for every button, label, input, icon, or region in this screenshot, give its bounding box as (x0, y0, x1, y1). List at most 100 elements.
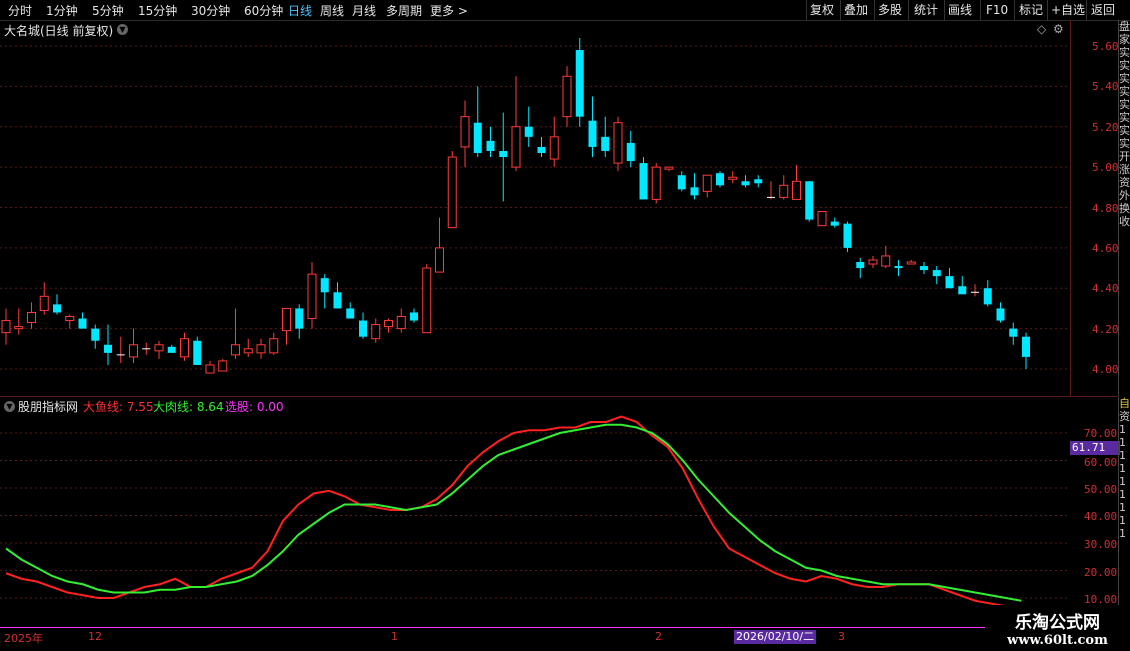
candle-body (78, 318, 87, 329)
candle (486, 126, 495, 158)
candle (511, 76, 521, 172)
toolbar-divider (1047, 0, 1048, 20)
candlestick-chart[interactable] (0, 38, 1070, 396)
candle (104, 324, 112, 365)
candle-body (932, 270, 941, 277)
price-tick: 4.20 (1092, 323, 1119, 336)
candle (601, 116, 610, 158)
candle-body (881, 255, 891, 267)
f10-button[interactable]: F10 (986, 0, 1008, 20)
period-tab-15min[interactable]: 15分钟 (138, 2, 177, 19)
candle (805, 181, 814, 222)
back-button[interactable]: 返回 (1091, 0, 1115, 20)
candle-body (983, 288, 992, 305)
candle (856, 257, 865, 279)
overlay-button[interactable]: 叠加 (844, 0, 868, 20)
side-strip-char: 实 (1119, 124, 1130, 137)
side-strip-char: 1 (1119, 449, 1126, 462)
candle-body (805, 181, 814, 220)
candle (754, 175, 763, 188)
side-strip-char: 盘 (1119, 20, 1130, 33)
chevron-down-icon[interactable]: ▼ (117, 24, 128, 35)
candle-body (702, 174, 712, 192)
candle (613, 116, 623, 172)
candle-body (690, 187, 699, 196)
candle (716, 171, 724, 188)
price-tick: 5.00 (1092, 161, 1119, 174)
candle-body (307, 273, 317, 320)
candle (295, 304, 304, 339)
candle (447, 150, 457, 229)
candle (91, 324, 100, 349)
candle-body (856, 262, 865, 269)
candle (116, 336, 125, 363)
side-strip-char: 1 (1119, 462, 1126, 475)
period-tab-5min[interactable]: 5分钟 (92, 2, 124, 19)
period-tab-intraday[interactable]: 分时 (8, 2, 32, 19)
candle (193, 336, 202, 365)
toolbar-divider (908, 0, 909, 20)
period-tab-weekly[interactable]: 周线 (320, 2, 344, 19)
period-tab-60min[interactable]: 60分钟 (244, 2, 283, 19)
period-tab-daily[interactable]: 日线 (288, 2, 312, 19)
side-strip-char: 实 (1119, 46, 1130, 59)
period-tab-30min[interactable]: 30分钟 (191, 2, 230, 19)
candle (983, 280, 992, 307)
side-strip-char: 资 (1119, 176, 1130, 189)
candle (677, 171, 686, 192)
candle (78, 312, 87, 329)
candle (741, 175, 750, 188)
candle (167, 344, 176, 353)
period-tab-multi[interactable]: 多周期 (386, 2, 422, 19)
candle (410, 308, 418, 323)
restore-rights-button[interactable]: 复权 (810, 0, 834, 20)
diamond-icon[interactable]: ◇ (1037, 22, 1046, 36)
side-strip-char: 实 (1119, 98, 1130, 111)
candle-body (549, 136, 559, 160)
gear-icon[interactable]: ⚙ (1053, 22, 1064, 36)
side-info-strip: 盘家实实实实实实实实开涨资外换收 (1118, 20, 1130, 396)
candle-body (639, 163, 648, 200)
candle-body (473, 122, 482, 153)
candle-body (575, 50, 584, 117)
date-label: 1 (391, 630, 398, 643)
draw-line-button[interactable]: 画线 (948, 0, 972, 20)
add-watchlist-button[interactable]: +自选 (1051, 0, 1085, 20)
side-strip-char: 实 (1119, 111, 1130, 124)
toolbar-divider (980, 0, 981, 20)
toolbar-divider (840, 0, 841, 20)
candle (894, 259, 903, 277)
statistics-button[interactable]: 统计 (914, 0, 938, 20)
date-label: 2 (655, 630, 662, 643)
side-strip-char: 1 (1119, 514, 1126, 527)
candle-body (906, 261, 916, 265)
candle (14, 308, 24, 335)
candle (664, 166, 674, 172)
candle (537, 136, 546, 158)
candle-body (154, 344, 164, 352)
side-strip-char: 收 (1119, 215, 1130, 228)
side-strip-char: 实 (1119, 59, 1130, 72)
mark-button[interactable]: 标记 (1019, 0, 1043, 20)
candle (1022, 332, 1030, 369)
candle-body (129, 344, 138, 358)
candle (575, 38, 584, 127)
candle-body (588, 120, 597, 147)
indicator-series-line (5, 423, 1022, 602)
candle-body (499, 150, 508, 158)
candle-body (39, 295, 49, 311)
indicator-chart[interactable] (0, 397, 1070, 627)
side-strip-char: 1 (1119, 436, 1126, 449)
toolbar-divider (944, 0, 945, 20)
period-tab-more[interactable]: 更多 > (430, 2, 468, 19)
candle-body (65, 316, 75, 322)
period-tab-1min[interactable]: 1分钟 (46, 2, 78, 19)
period-toolbar: 分时 1分钟 5分钟 15分钟 30分钟 60分钟 日线 周线 月线 多周期 更… (0, 0, 1130, 21)
period-tab-monthly[interactable]: 月线 (352, 2, 376, 19)
multi-stock-button[interactable]: 多股 (878, 0, 902, 20)
candle-body (53, 304, 61, 313)
price-tick: 4.80 (1092, 202, 1119, 215)
side-strip-char: 涨 (1119, 163, 1130, 176)
candle-body (256, 344, 266, 354)
side-strip-char: 1 (1119, 488, 1126, 501)
